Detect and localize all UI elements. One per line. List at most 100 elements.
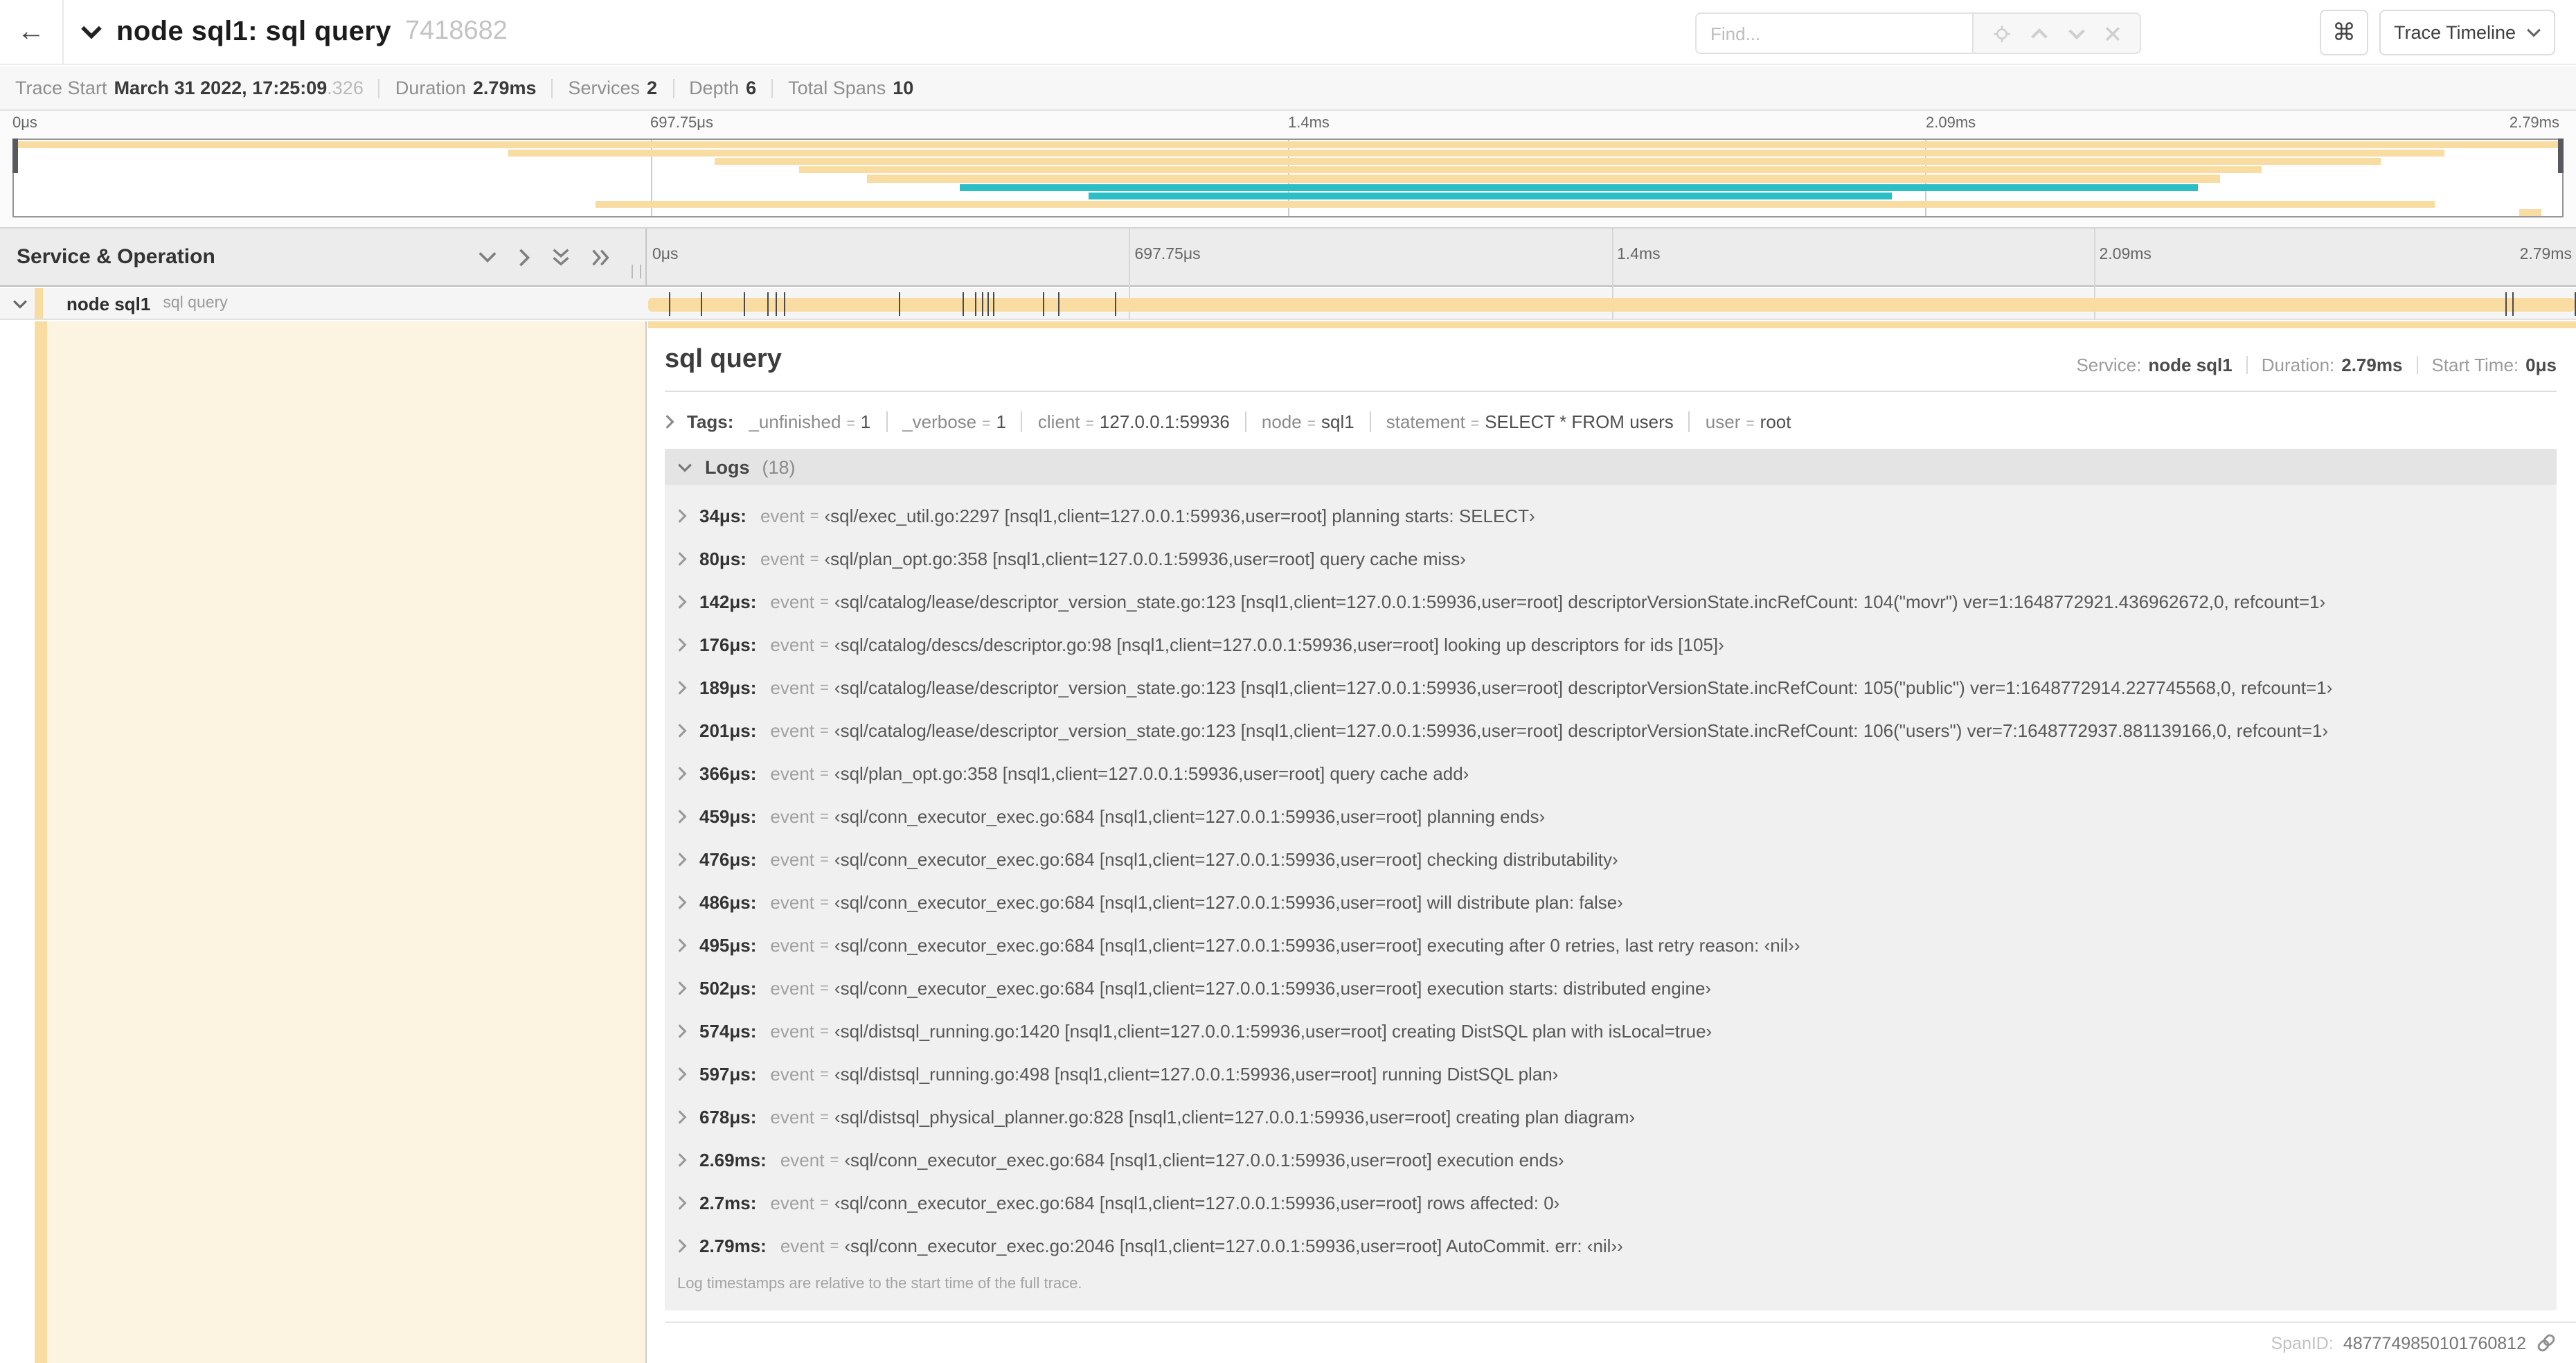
- log-row[interactable]: 366μs: event = ‹sql/plan_opt.go:358 [nsql1,…: [665, 752, 2557, 795]
- log-field-key: event: [770, 892, 815, 913]
- log-timestamp: 80μs:: [699, 549, 746, 569]
- clear-search-icon[interactable]: [2105, 26, 2120, 41]
- chevron-right-icon: [677, 1238, 687, 1254]
- logs-footer-note: Log timestamps are relative to the start…: [677, 1276, 1082, 1292]
- log-timestamp: 574μs:: [699, 1021, 757, 1042]
- span-id-label: SpanID:: [2271, 1333, 2334, 1353]
- info-value: 6: [746, 78, 757, 98]
- log-field-value: ‹sql/conn_executor_exec.go:684 [nsql1,cl…: [834, 806, 1546, 827]
- span-row-name-cell[interactable]: node sql1 sql query: [0, 288, 647, 319]
- view-select-button[interactable]: Trace Timeline: [2379, 10, 2555, 55]
- chevron-right-icon: [677, 1195, 687, 1211]
- log-row[interactable]: 176μs: event = ‹sql/catalog/descs/descripto…: [665, 623, 2557, 666]
- minimap-span-bar: [867, 175, 2221, 183]
- trace-timeline-page: ← node sql1: sql query 7418682 Find... ⌘…: [0, 0, 2576, 1363]
- log-row[interactable]: 495μs: event = ‹sql/conn_executor_exec.go:6…: [665, 924, 2557, 967]
- log-row[interactable]: 34μs: event = ‹sql/exec_util.go:2297 [nsql1…: [665, 495, 2557, 537]
- minimap-span-bar: [1089, 192, 1893, 199]
- next-result-icon[interactable]: [2068, 27, 2086, 39]
- log-field-key: event: [770, 591, 815, 612]
- chevron-right-icon: [665, 413, 674, 429]
- log-row[interactable]: 2.69ms: event = ‹sql/conn_executor_exec.go:…: [665, 1139, 2557, 1182]
- back-arrow-icon: ←: [17, 16, 45, 46]
- log-row[interactable]: 574μs: event = ‹sql/distsql_running.go:1420…: [665, 1010, 2557, 1053]
- log-tick-mark: [776, 292, 778, 316]
- log-row[interactable]: 459μs: event = ‹sql/conn_executor_exec.go:6…: [665, 795, 2557, 838]
- log-field-key: event: [780, 1150, 825, 1170]
- logs-block: Logs (18) 34μs: event = ‹sql/exec_util.go:2…: [665, 449, 2557, 1310]
- span-detail-region: sql query Service: node sql1 Duration: 2…: [0, 321, 2576, 1363]
- chevron-right-icon: [677, 723, 687, 738]
- log-timestamp: 2.69ms:: [699, 1150, 767, 1170]
- log-equals: =: [820, 636, 829, 653]
- log-field-key: event: [770, 677, 815, 698]
- log-tick-mark: [767, 292, 769, 316]
- chevron-right-icon: [677, 766, 687, 781]
- expand-one-icon[interactable]: [518, 247, 530, 267]
- log-timestamp: 476μs:: [699, 849, 757, 870]
- span-duration-bar[interactable]: [648, 298, 2575, 312]
- log-timestamp: 486μs:: [699, 892, 757, 913]
- service-operation-label: Service & Operation: [17, 245, 215, 269]
- log-tick-mark: [1042, 292, 1044, 316]
- minimap-ruler-label: 2.09ms: [1926, 115, 1976, 132]
- log-row[interactable]: 189μs: event = ‹sql/catalog/lease/descripto…: [665, 666, 2557, 709]
- log-equals: =: [830, 1152, 839, 1168]
- minimap-canvas[interactable]: [12, 139, 2564, 217]
- chevron-right-icon: [677, 551, 687, 567]
- log-row[interactable]: 476μs: event = ‹sql/conn_executor_exec.go:6…: [665, 838, 2557, 881]
- keyboard-shortcuts-button[interactable]: ⌘: [2320, 10, 2368, 55]
- log-row[interactable]: 142μs: event = ‹sql/catalog/lease/descripto…: [665, 580, 2557, 623]
- log-equals: =: [820, 594, 829, 610]
- info-label: Depth: [689, 78, 740, 98]
- logs-list: 34μs: event = ‹sql/exec_util.go:2297 [nsql1…: [665, 485, 2557, 1310]
- log-row[interactable]: 2.7ms: event = ‹sql/conn_executor_exec.go:6…: [665, 1182, 2557, 1224]
- log-timestamp: 2.79ms:: [699, 1236, 767, 1256]
- tag-item: user = root: [1690, 411, 1807, 431]
- link-icon[interactable]: [2536, 1333, 2557, 1353]
- log-field-value: ‹sql/distsql_physical_planner.go:828 [ns…: [834, 1107, 1636, 1128]
- log-tick-mark: [2505, 292, 2507, 316]
- tag-item: _unfinished = 1: [733, 411, 888, 431]
- log-row[interactable]: 678μs: event = ‹sql/distsql_physical_planne…: [665, 1096, 2557, 1139]
- column-resizer[interactable]: [632, 265, 641, 278]
- logs-title: Logs: [705, 456, 750, 477]
- logs-header[interactable]: Logs (18): [665, 449, 2557, 485]
- chevron-down-icon: [2525, 28, 2541, 37]
- start-time-label: Start Time:: [2431, 355, 2519, 375]
- find-input[interactable]: [1695, 12, 1972, 54]
- duration-value: 2.79ms: [2341, 355, 2403, 375]
- log-tick-mark: [963, 292, 965, 316]
- prev-result-icon[interactable]: [2030, 27, 2048, 39]
- minimap-left-scrubber[interactable]: [12, 139, 18, 173]
- minimap-span-bar: [595, 200, 2435, 208]
- tags-toggle[interactable]: Tags:: [665, 411, 733, 431]
- log-row[interactable]: 2.79ms: event = ‹sql/conn_executor_exec.go:…: [665, 1224, 2557, 1267]
- log-row[interactable]: 80μs: event = ‹sql/plan_opt.go:358 [nsql1,c…: [665, 537, 2557, 580]
- log-field-key: event: [760, 549, 805, 569]
- minimap-span-bar: [715, 158, 2381, 166]
- collapse-children-icon[interactable]: [12, 299, 28, 308]
- ruler-label: 697.75μs: [1134, 247, 1201, 263]
- info-separator: [672, 78, 674, 98]
- log-row[interactable]: 486μs: event = ‹sql/conn_executor_exec.go:6…: [665, 881, 2557, 924]
- collapse-trace-chevron-icon[interactable]: [80, 25, 102, 39]
- log-equals: =: [820, 980, 829, 997]
- collapse-all-icon[interactable]: [551, 248, 571, 266]
- locate-icon[interactable]: [1993, 24, 2011, 42]
- log-field-value: ‹sql/catalog/lease/descriptor_version_st…: [834, 720, 2329, 741]
- log-field-key: event: [770, 1107, 815, 1128]
- log-timestamp: 201μs:: [699, 720, 757, 741]
- tag-item: statement = SELECT * FROM users: [1371, 411, 1690, 431]
- log-row[interactable]: 502μs: event = ‹sql/conn_executor_exec.go:6…: [665, 967, 2557, 1010]
- tag-value: 1: [996, 411, 1006, 431]
- tag-key: statement: [1386, 411, 1465, 431]
- back-button[interactable]: ←: [0, 0, 64, 64]
- log-row[interactable]: 597μs: event = ‹sql/distsql_running.go:498 …: [665, 1053, 2557, 1096]
- tags-label: Tags:: [687, 411, 734, 431]
- expand-all-icon[interactable]: [591, 247, 609, 267]
- log-timestamp: 597μs:: [699, 1064, 757, 1085]
- log-row[interactable]: 201μs: event = ‹sql/catalog/lease/descripto…: [665, 709, 2557, 752]
- collapse-one-icon[interactable]: [478, 251, 497, 263]
- minimap-right-scrubber[interactable]: [2558, 139, 2564, 173]
